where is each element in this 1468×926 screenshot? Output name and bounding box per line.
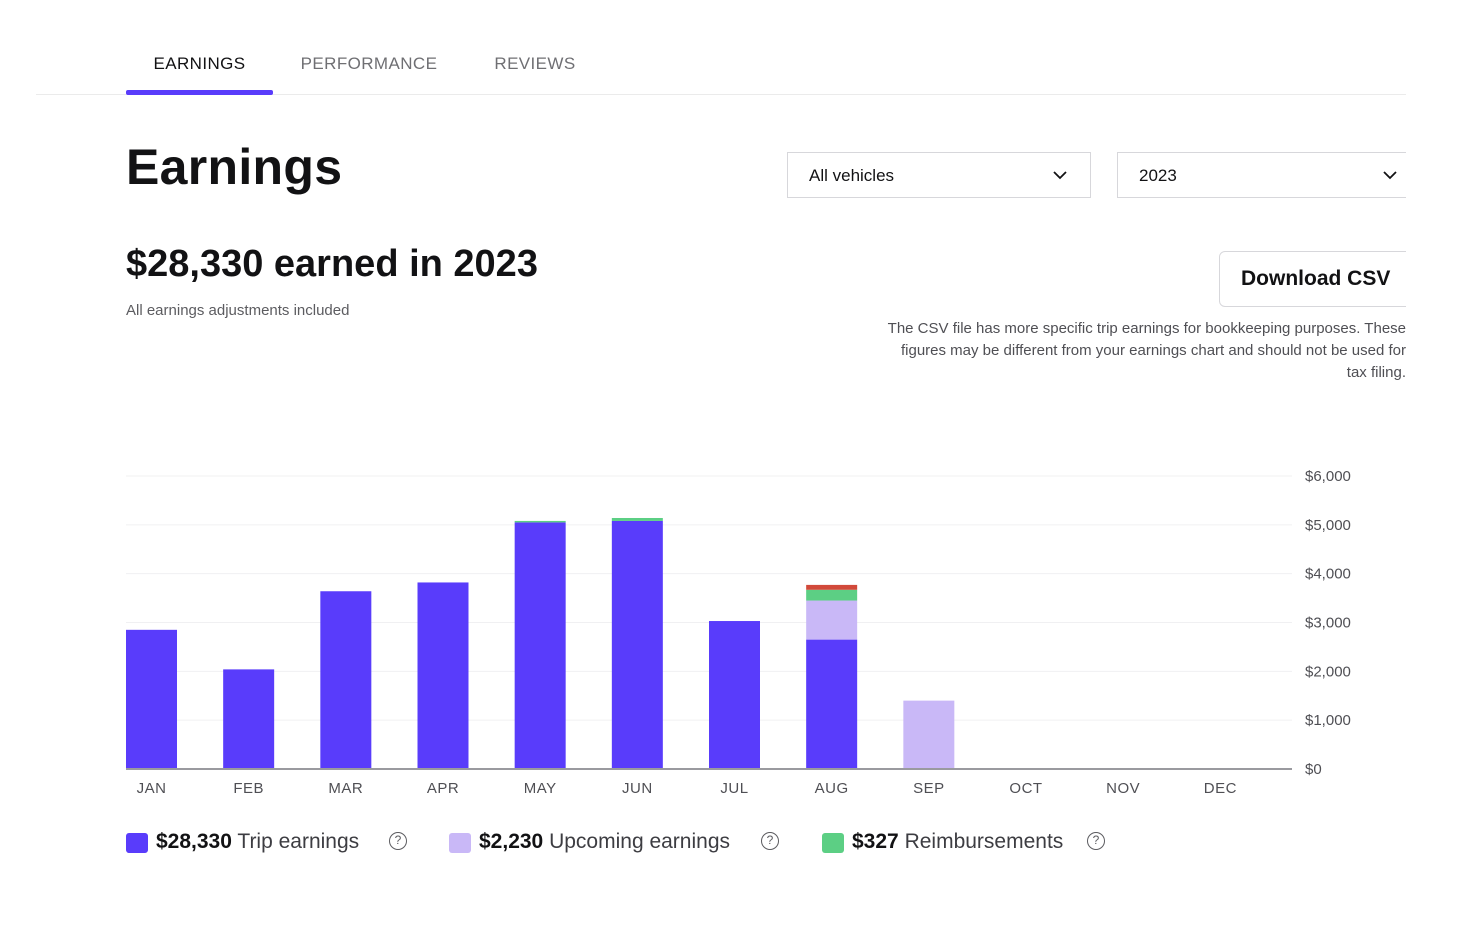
y-tick-label: $5,000: [1305, 517, 1351, 534]
help-circle-icon[interactable]: ?: [389, 832, 407, 850]
x-tick-label: JUL: [720, 780, 748, 797]
legend-swatch-reimbursements: [822, 833, 844, 853]
y-tick-label: $1,000: [1305, 712, 1351, 729]
y-tick-label: $6,000: [1305, 468, 1351, 485]
help-circle-icon[interactable]: ?: [761, 832, 779, 850]
y-tick-label: $2,000: [1305, 663, 1351, 680]
x-tick-label: JUN: [622, 780, 653, 797]
bar-segment-sep-1: [903, 700, 955, 769]
bar-segment-aug-3: [806, 584, 858, 590]
bar-segment-jun-0: [611, 520, 663, 769]
bar-segment-may-0: [514, 522, 566, 769]
x-tick-label: NOV: [1106, 780, 1140, 797]
legend-amount-trip: $28,330: [156, 830, 232, 853]
legend-label-trip: Trip earnings: [237, 830, 360, 853]
y-tick-label: $0: [1305, 761, 1322, 778]
legend-text-upcoming: $2,230 Upcoming earnings: [479, 830, 730, 854]
legend-swatch-trip: [126, 833, 148, 853]
x-tick-label: MAR: [328, 780, 363, 797]
x-tick-label: APR: [427, 780, 459, 797]
legend-amount-reimbursements: $327: [852, 830, 899, 853]
legend-text-trip: $28,330 Trip earnings: [156, 830, 359, 854]
x-tick-label: DEC: [1204, 780, 1237, 797]
bar-segment-apr-0: [417, 582, 469, 769]
bar-segment-aug-2: [806, 589, 858, 601]
viewport-edge: [1406, 0, 1468, 926]
help-circle-icon[interactable]: ?: [1087, 832, 1105, 850]
bar-segment-jan-0: [126, 629, 177, 769]
legend-amount-upcoming: $2,230: [479, 830, 544, 853]
legend-text-reimbursements: $327 Reimbursements: [852, 830, 1063, 854]
earnings-bar-chart: $0 $1,000 $2,000 $3,000 $4,000 $5,000 $6,000 JA…: [126, 468, 1351, 797]
bar-segment-jun-2: [611, 517, 663, 521]
x-tick-label: OCT: [1009, 780, 1042, 797]
x-tick-label: SEP: [913, 780, 945, 797]
bar-segment-feb-0: [223, 669, 275, 769]
x-tick-label: AUG: [815, 780, 849, 797]
x-tick-label: JAN: [137, 780, 167, 797]
y-tick-label: $4,000: [1305, 566, 1351, 583]
bar-segment-aug-1: [806, 600, 858, 640]
bar-segment-jul-0: [709, 621, 760, 769]
x-tick-label: FEB: [233, 780, 264, 797]
bar-segment-may-2: [514, 520, 566, 523]
y-tick-label: $3,000: [1305, 615, 1351, 632]
legend-label-upcoming: Upcoming earnings: [549, 830, 731, 853]
x-tick-label: MAY: [524, 780, 557, 797]
legend-label-reimbursements: Reimbursements: [904, 830, 1064, 853]
bar-segment-aug-0: [806, 639, 858, 769]
bar-segment-mar-0: [320, 591, 372, 769]
legend-swatch-upcoming: [449, 833, 471, 853]
